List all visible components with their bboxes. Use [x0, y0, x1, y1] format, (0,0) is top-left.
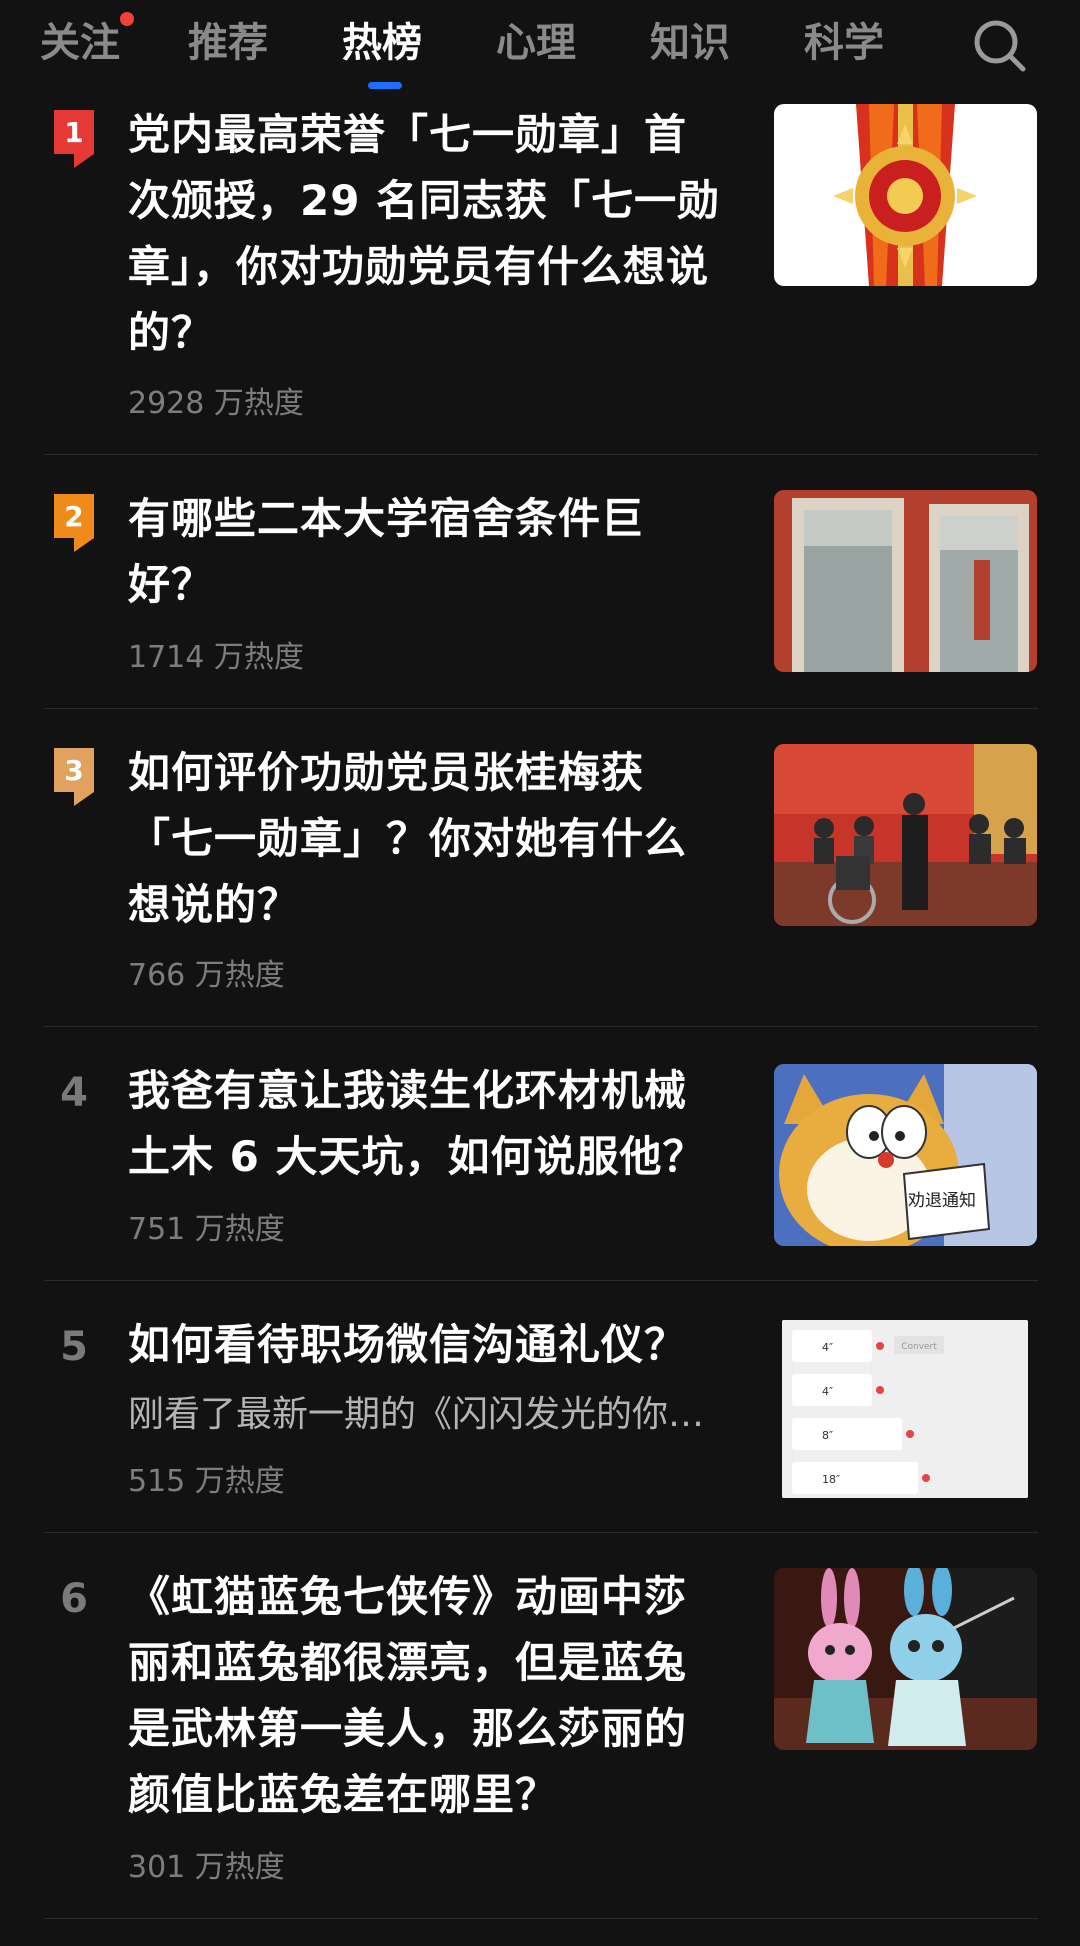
rank-number: 6 — [60, 1576, 88, 1622]
cartoon-rabbits-image[interactable] — [774, 1568, 1037, 1750]
tab-science[interactable]: 科学 — [804, 18, 884, 68]
rank-badge-2: 2 — [54, 494, 94, 552]
heat-count: 2928 万热度 — [128, 386, 304, 421]
heat-count: 515 万热度 — [128, 1464, 285, 1499]
question-title[interactable]: 《虹猫蓝兔七侠传》动画中莎丽和蓝兔都很漂亮，但是蓝兔是武林第一美人，那么莎丽的颜… — [128, 1564, 728, 1828]
rank-badge-3: 3 — [54, 748, 94, 806]
question-title[interactable]: 有哪些二本大学宿舍条件巨好？ — [128, 486, 728, 618]
divider — [44, 1280, 1038, 1281]
top-tab-bar: 关注 推荐 热榜 心理 知识 科学 — [0, 0, 1080, 100]
svg-text:1: 1 — [64, 116, 83, 149]
voice-messages-image[interactable]: 4″ Convert 4″ 8″ 18″ — [782, 1320, 1028, 1498]
question-title[interactable]: 如何看待职场微信沟通礼仪？ — [128, 1312, 728, 1378]
tab-psychology[interactable]: 心理 — [496, 18, 576, 68]
tab-follow[interactable]: 关注 — [40, 18, 120, 68]
cartoon-cat-image[interactable]: 劝退通知 — [774, 1064, 1037, 1246]
answer-excerpt[interactable]: 刚看了最新一期的《闪闪发光的你… — [128, 1390, 738, 1440]
heat-count: 301 万热度 — [128, 1850, 285, 1885]
search-button[interactable] — [970, 16, 1030, 76]
medal-image[interactable] — [774, 104, 1037, 286]
divider — [44, 1026, 1038, 1027]
rank-number: 5 — [60, 1324, 88, 1370]
active-tab-indicator — [368, 82, 402, 89]
heat-count: 766 万热度 — [128, 958, 285, 993]
divider — [44, 1532, 1038, 1533]
heat-count: 751 万热度 — [128, 1212, 285, 1247]
heat-count: 1714 万热度 — [128, 640, 304, 675]
svg-text:3: 3 — [64, 754, 83, 787]
notification-dot — [120, 12, 134, 26]
rank-badge-1: 1 — [54, 110, 94, 168]
svg-text:8″: 8″ — [822, 1429, 833, 1442]
tab-recommend[interactable]: 推荐 — [188, 18, 268, 68]
search-icon — [974, 20, 1026, 72]
question-title[interactable]: 我爸有意让我读生化环材机械土木 6 大天坑，如何说服他？ — [128, 1058, 728, 1190]
svg-text:4″: 4″ — [822, 1341, 833, 1354]
dorm-doors-image[interactable] — [774, 490, 1037, 672]
divider — [44, 1918, 1038, 1919]
svg-text:Convert: Convert — [901, 1342, 937, 1352]
svg-text:4″: 4″ — [822, 1385, 833, 1398]
divider — [44, 708, 1038, 709]
tab-knowledge[interactable]: 知识 — [650, 18, 730, 68]
svg-text:2: 2 — [64, 500, 83, 533]
rank-number: 4 — [60, 1070, 88, 1116]
question-title[interactable]: 如何评价功勋党员张桂梅获「七一勋章」？你对她有什么想说的？ — [128, 740, 728, 938]
svg-text:18″: 18″ — [822, 1473, 840, 1486]
question-title[interactable]: 党内最高荣誉「七一勋章」首次颁授，29 名同志获「七一勋章」，你对功勋党员有什么… — [128, 102, 728, 366]
ceremony-image[interactable] — [774, 744, 1037, 926]
divider — [44, 454, 1038, 455]
tab-hot-list[interactable]: 热榜 — [342, 18, 422, 68]
notice-text: 劝退通知 — [908, 1191, 976, 1211]
